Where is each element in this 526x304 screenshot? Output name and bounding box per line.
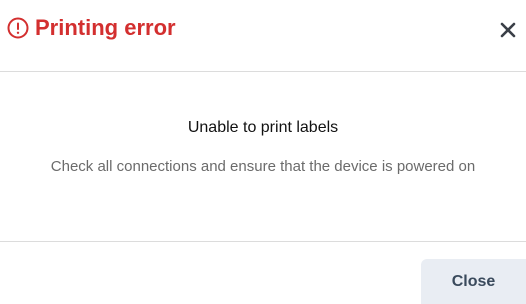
error-message: Check all connections and ensure that th… xyxy=(50,158,476,175)
dialog-title-group: Printing error xyxy=(7,14,176,42)
dialog-title: Printing error xyxy=(35,15,176,40)
close-icon[interactable] xyxy=(498,20,518,40)
dialog-header: Printing error xyxy=(0,0,526,72)
error-heading: Unable to print labels xyxy=(187,119,339,136)
dialog-body: Unable to print labels Check all connect… xyxy=(0,72,526,242)
printing-error-dialog: Printing error Unable to print labels Ch… xyxy=(0,0,526,304)
dialog-footer: Close xyxy=(0,242,526,304)
close-button[interactable]: Close xyxy=(421,259,526,304)
error-circle-icon xyxy=(7,17,29,39)
